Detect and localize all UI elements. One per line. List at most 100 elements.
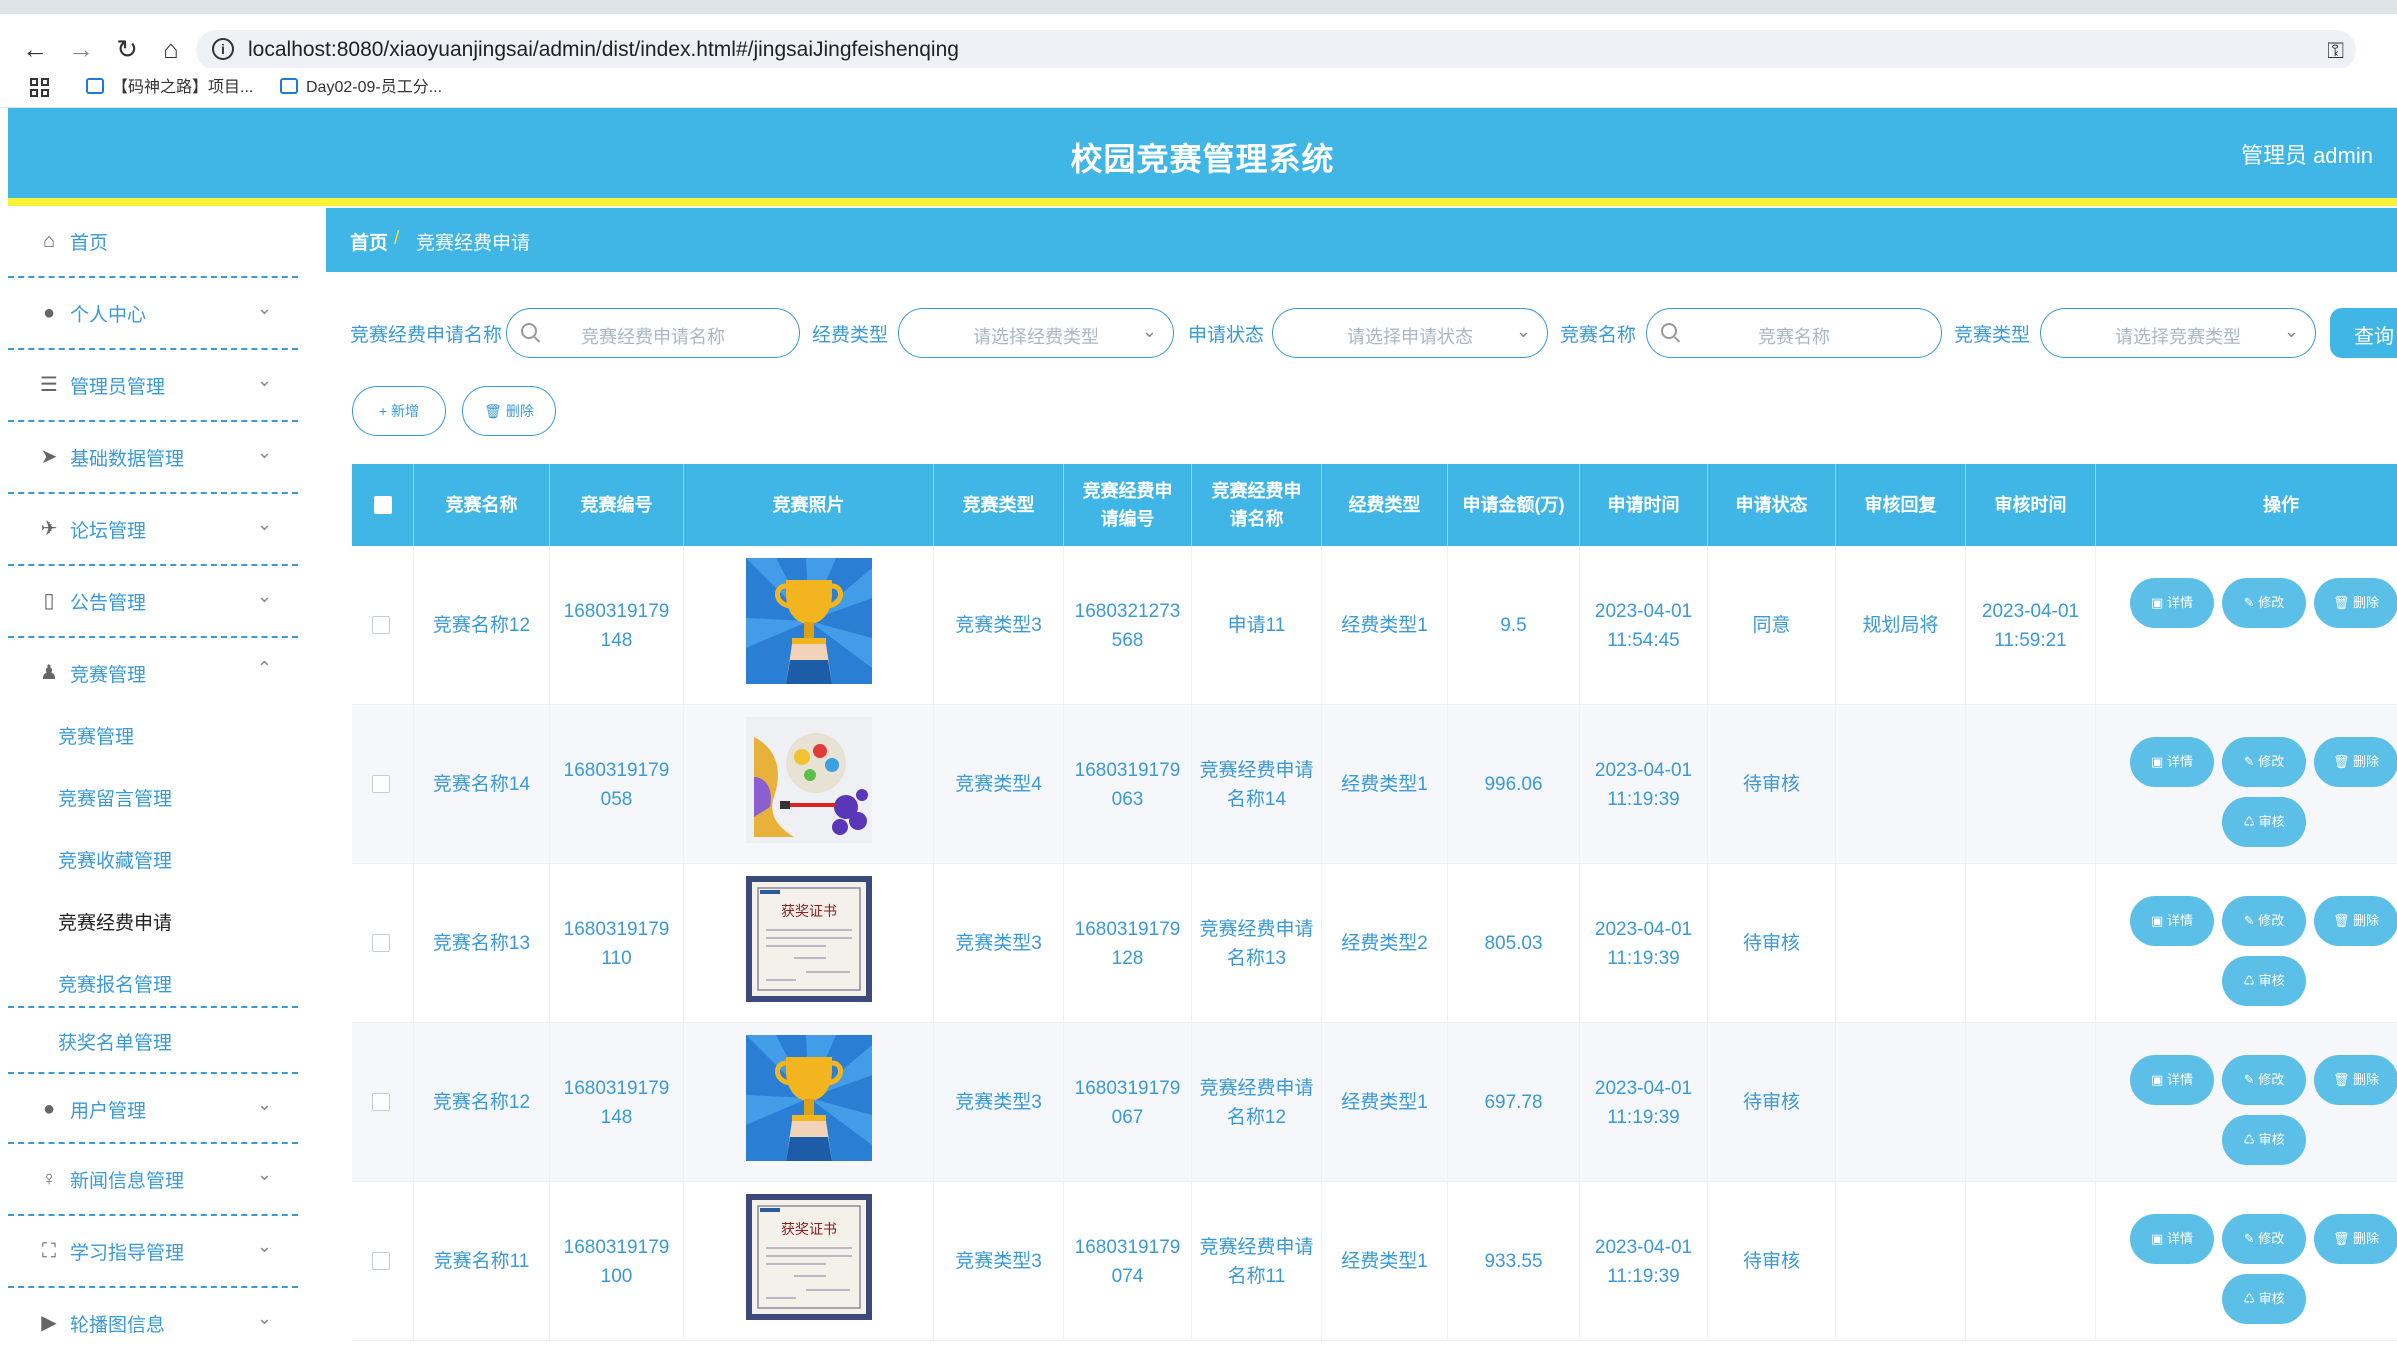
- detail-button[interactable]: ▣ 详情: [2130, 1214, 2214, 1264]
- table-row: 竞赛名称11 1680319179 100 获奖证书 竞赛类型3 1680319179 07…: [352, 1182, 2397, 1341]
- delete-button[interactable]: 🗑 删除: [462, 386, 556, 436]
- row-checkbox[interactable]: [372, 934, 390, 952]
- edit-button[interactable]: ✎ 修改: [2222, 896, 2306, 946]
- reload-icon[interactable]: ↻: [112, 34, 142, 64]
- cell-apply-time: 2023-04-01 11:19:39: [1580, 864, 1708, 1023]
- review-button[interactable]: ♺ 审核: [2222, 956, 2306, 1006]
- bookmark-item[interactable]: Day02-09-员工分...: [280, 76, 442, 100]
- input-placeholder: 竞赛经费申请名称: [581, 327, 725, 347]
- filter-feetype-label: 经费类型: [812, 325, 889, 346]
- column-header: 审核回复: [1836, 464, 1966, 546]
- cell-amount: 996.06: [1448, 705, 1580, 864]
- column-header: 申请状态: [1708, 464, 1836, 546]
- user-label[interactable]: 管理员 admin: [2241, 138, 2373, 170]
- edit-button[interactable]: ✎ 修改: [2222, 1055, 2306, 1105]
- row-checkbox[interactable]: [372, 775, 390, 793]
- filter-comptype-select[interactable]: 请选择竞赛类型 ⌄: [2040, 308, 2316, 358]
- competition-photo[interactable]: [746, 1035, 872, 1161]
- cell-apply-name: 申请11: [1192, 546, 1322, 705]
- sidebar-item-profile[interactable]: ● 个人中心 ⌄: [8, 278, 298, 350]
- edit-button[interactable]: ✎ 修改: [2222, 1214, 2306, 1264]
- cell-status: 待审核: [1708, 864, 1836, 1023]
- cell-amount: 697.78: [1448, 1023, 1580, 1182]
- video-icon: ▶: [41, 1312, 57, 1334]
- app-title: 校园竞赛管理系统: [1070, 141, 1335, 177]
- competition-photo[interactable]: 获奖证书: [746, 876, 872, 1002]
- submenu-signup[interactable]: 竞赛报名管理: [58, 970, 172, 997]
- key-icon[interactable]: ⚿: [2327, 38, 2344, 64]
- row-delete-button[interactable]: 🗑 删除: [2314, 1055, 2397, 1105]
- sidebar-item-basedata[interactable]: ➤ 基础数据管理 ⌄: [8, 422, 298, 494]
- submenu-competition[interactable]: 竞赛管理: [58, 722, 134, 749]
- review-button[interactable]: ♺ 审核: [2222, 1115, 2306, 1165]
- chevron-down-icon: ⌄: [256, 370, 272, 390]
- row-delete-button[interactable]: 🗑 删除: [2314, 737, 2397, 787]
- edit-button[interactable]: ✎ 修改: [2222, 737, 2306, 787]
- photo-cell: [684, 546, 934, 705]
- filter-compname-input[interactable]: 竞赛名称: [1646, 308, 1942, 358]
- query-button[interactable]: 查询: [2330, 308, 2397, 358]
- submenu-funding[interactable]: 竞赛经费申请: [58, 908, 172, 935]
- row-delete-button[interactable]: 🗑 删除: [2314, 578, 2397, 628]
- competition-photo[interactable]: [746, 717, 872, 843]
- row-checkbox[interactable]: [372, 1093, 390, 1111]
- bookmark-item[interactable]: 【码神之路】项目...: [86, 76, 253, 100]
- detail-button[interactable]: ▣ 详情: [2130, 737, 2214, 787]
- apps-grid-icon[interactable]: [30, 78, 50, 98]
- detail-button[interactable]: ▣ 详情: [2130, 896, 2214, 946]
- cell-apply-name: 竞赛经费申请 名称14: [1192, 705, 1322, 864]
- sidebar-item-carousel[interactable]: ▶ 轮播图信息 ⌄: [8, 1288, 298, 1360]
- header-checkbox-cell: [352, 464, 414, 546]
- cell-amount: 9.5: [1448, 546, 1580, 705]
- forward-icon[interactable]: →: [66, 34, 96, 64]
- sidebar-item-guide[interactable]: ⛶ 学习指导管理 ⌄: [8, 1216, 298, 1288]
- submenu-awards[interactable]: 获奖名单管理: [58, 1028, 172, 1055]
- detail-button[interactable]: ▣ 详情: [2130, 578, 2214, 628]
- cell-no: 1680319179 058: [550, 705, 684, 864]
- sidebar-item-users[interactable]: ● 用户管理 ⌄: [8, 1072, 298, 1144]
- sidebar-item-news[interactable]: ♀ 新闻信息管理 ⌄: [8, 1144, 298, 1216]
- cell-apply-time: 2023-04-01 11:19:39: [1580, 1023, 1708, 1182]
- filter-status-select[interactable]: 请选择申请状态 ⌄: [1272, 308, 1548, 358]
- add-button[interactable]: + 新增: [352, 386, 446, 436]
- home-icon[interactable]: ⌂: [156, 34, 186, 64]
- submenu-favorite[interactable]: 竞赛收藏管理: [58, 846, 172, 873]
- competition-photo[interactable]: 获奖证书: [746, 1194, 872, 1320]
- select-placeholder: 请选择竞赛类型: [2115, 327, 2241, 347]
- review-button[interactable]: ♺ 审核: [2222, 797, 2306, 847]
- row-delete-button[interactable]: 🗑 删除: [2314, 1214, 2397, 1264]
- filter-name-input[interactable]: 竞赛经费申请名称: [506, 308, 800, 358]
- cell-review-time: [1966, 1182, 2096, 1341]
- review-button[interactable]: ♺ 审核: [2222, 1274, 2306, 1324]
- url-text[interactable]: localhost:8080/xiaoyuanjingsai/admin/dis…: [248, 38, 959, 62]
- address-bar[interactable]: i localhost:8080/xiaoyuanjingsai/admin/d…: [196, 30, 2356, 70]
- sidebar-item-competition[interactable]: ♟ 竞赛管理 ⌃ 竞赛管理 竞赛留言管理 竞赛收藏管理 竞赛经费申请 竞赛报名管…: [8, 638, 298, 1008]
- breadcrumb-home[interactable]: 首页: [350, 228, 388, 255]
- chevron-down-icon: ⌄: [1141, 321, 1157, 341]
- ops-cell: ▣ 详情 ✎ 修改 🗑 删除 ♺ 审核: [2096, 864, 2397, 1023]
- submenu-comment[interactable]: 竞赛留言管理: [58, 784, 172, 811]
- sidebar-item-admin[interactable]: ☰ 管理员管理 ⌄: [8, 350, 298, 422]
- cell-review-time: [1966, 864, 2096, 1023]
- cell-amount: 805.03: [1448, 864, 1580, 1023]
- row-checkbox[interactable]: [372, 1252, 390, 1270]
- sidebar-item-label: 公告管理: [70, 593, 147, 614]
- sidebar-item-forum[interactable]: ✈ 论坛管理 ⌄: [8, 494, 298, 566]
- detail-button[interactable]: ▣ 详情: [2130, 1055, 2214, 1105]
- back-icon[interactable]: ←: [20, 34, 50, 64]
- competition-photo[interactable]: [746, 558, 872, 684]
- cell-reply: 规划局将: [1836, 546, 1966, 705]
- home-icon: ⌂: [42, 230, 56, 252]
- select-placeholder: 请选择经费类型: [973, 327, 1099, 347]
- row-checkbox-cell: [352, 705, 414, 864]
- select-all-checkbox[interactable]: [374, 496, 392, 514]
- filter-feetype-select[interactable]: 请选择经费类型 ⌄: [898, 308, 1174, 358]
- ops-cell: ▣ 详情 ✎ 修改 🗑 删除 ♺ 审核: [2096, 705, 2397, 864]
- info-icon[interactable]: i: [212, 38, 234, 60]
- row-delete-button[interactable]: 🗑 删除: [2314, 896, 2397, 946]
- edit-button[interactable]: ✎ 修改: [2222, 578, 2306, 628]
- sidebar-item-notice[interactable]: ▯ 公告管理 ⌄: [8, 566, 298, 638]
- sidebar-item-home[interactable]: ⌂ 首页: [8, 206, 298, 278]
- cell-apply-time: 2023-04-01 11:19:39: [1580, 705, 1708, 864]
- row-checkbox[interactable]: [372, 616, 390, 634]
